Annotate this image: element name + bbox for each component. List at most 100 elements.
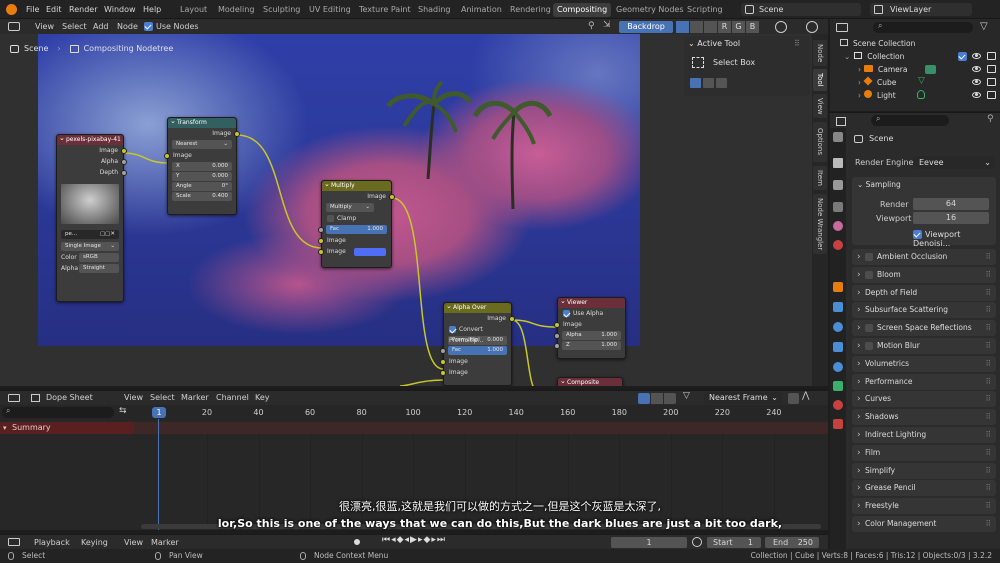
alpha-over-node-header[interactable]: Alpha Over — [444, 301, 511, 313]
menu-channel[interactable]: Channel — [216, 391, 249, 405]
viewport-denoise-checkbox[interactable]: Viewport Denoisi... — [913, 230, 1000, 248]
camera-render-icon[interactable] — [987, 52, 996, 60]
outliner-light[interactable]: › Light — [858, 89, 896, 102]
dope-sheet-search-input[interactable]: ⌕ — [2, 406, 114, 418]
alpha-over-input1[interactable]: Image — [440, 356, 511, 367]
camera-render-icon[interactable] — [987, 91, 996, 99]
tab-shading[interactable]: Shading — [414, 3, 455, 17]
properties-editor-icon[interactable] — [836, 117, 846, 126]
active-tool-header[interactable]: ⌄ Active Tool — [688, 39, 740, 48]
socket-icon[interactable] — [318, 226, 324, 233]
summary-channel[interactable]: ▾ Summary — [0, 422, 134, 434]
tab-item[interactable]: Item — [813, 166, 827, 190]
tab-layout[interactable]: Layout — [176, 3, 211, 17]
properties-search-input[interactable]: ⌕ — [871, 114, 949, 126]
record-icon[interactable] — [352, 537, 362, 547]
gizmo-icon[interactable] — [806, 21, 818, 33]
panel-indirect-lighting[interactable]: Indirect Lighting ⠿ — [852, 427, 996, 443]
box-select-icon[interactable] — [651, 393, 663, 404]
texture-tab-icon[interactable] — [833, 419, 843, 429]
editor-type-icon[interactable] — [8, 394, 20, 402]
viewer-alpha-field[interactable]: Alpha 1.000 — [554, 331, 621, 340]
end-frame-field[interactable]: End 250 — [765, 537, 819, 548]
viewlayer-selector[interactable]: ViewLayer — [870, 3, 972, 16]
pin-icon[interactable]: ⚲ — [588, 21, 595, 31]
socket-icon[interactable] — [509, 315, 515, 322]
multiply-clamp-checkbox[interactable]: Clamp — [322, 213, 391, 224]
blender-logo-icon[interactable] — [6, 4, 17, 15]
viewer-z-field[interactable]: Z 1.000 — [554, 341, 621, 350]
image-file-selector[interactable]: pe... ▢▢✕ — [61, 230, 119, 239]
panel-bloom[interactable]: Bloom ⠿ — [852, 266, 996, 283]
sampling-header[interactable]: ⌄ Sampling — [852, 177, 996, 193]
dope-sheet-mode-dropdown[interactable]: Dope Sheet — [46, 391, 93, 405]
panel-performance[interactable]: Performance ⠿ — [852, 373, 996, 390]
eye-icon[interactable] — [972, 66, 981, 72]
tab-modeling[interactable]: Modeling — [214, 3, 258, 17]
image-colorspace-row[interactable]: Color sRGB — [57, 252, 123, 263]
panel-subsurface-scattering[interactable]: Subsurface Scattering ⠿ — [852, 302, 996, 319]
select-box-tool[interactable]: Select Box — [692, 57, 755, 68]
transform-scale-field[interactable]: Scale 0.400 — [172, 192, 232, 201]
drag-handle-icon[interactable]: ⠿ — [986, 338, 992, 354]
panel-ambient-occlusion[interactable]: Ambient Occlusion ⠿ — [852, 249, 996, 265]
editor-type-icon[interactable] — [8, 538, 20, 546]
cursor-tool-icon[interactable] — [638, 393, 650, 404]
use-nodes-checkbox[interactable]: Use Nodes — [144, 19, 199, 34]
render-tab-icon[interactable] — [833, 158, 843, 168]
drag-handle-icon[interactable]: ⠿ — [986, 480, 992, 496]
tab-animation[interactable]: Animation — [457, 3, 506, 17]
socket-icon[interactable] — [554, 321, 560, 328]
socket-icon[interactable] — [554, 332, 560, 339]
tab-rendering[interactable]: Rendering — [506, 3, 555, 17]
socket-icon[interactable] — [121, 147, 127, 154]
material-tab-icon[interactable] — [833, 400, 843, 410]
drag-handle-icon[interactable]: ⠿ — [986, 285, 992, 301]
outliner-scene-collection[interactable]: Scene Collection — [840, 37, 915, 50]
menu-select[interactable]: Select — [150, 391, 175, 405]
light-data-icon[interactable] — [917, 90, 925, 99]
panel-curves[interactable]: Curves ⠿ — [852, 391, 996, 408]
colorspace-dropdown[interactable]: sRGB — [79, 253, 119, 262]
image-node-output-alpha[interactable]: Alpha — [57, 156, 127, 167]
alpha-over-input2[interactable]: Image — [440, 367, 511, 378]
drag-handle-icon[interactable]: ⠿ — [986, 249, 992, 265]
start-frame-field[interactable]: Start 1 — [707, 537, 761, 548]
alpha-over-node[interactable]: Alpha Over Image Convert Premultip... Pr… — [440, 301, 515, 386]
composite-node-header[interactable]: Composite — [558, 376, 622, 386]
channel-r-toggle[interactable]: R — [718, 21, 731, 33]
multiply-fac-field[interactable]: Fac 1.000 — [318, 225, 387, 234]
multiply-node-header[interactable]: Multiply — [322, 179, 391, 191]
menu-marker[interactable]: Marker — [181, 391, 209, 405]
filter-icon[interactable]: ▽ — [980, 21, 988, 32]
summary-track[interactable] — [134, 422, 828, 434]
socket-icon[interactable] — [440, 369, 446, 376]
transform-node-header[interactable]: Transform — [168, 116, 236, 128]
tab-scripting[interactable]: Scripting — [683, 3, 727, 17]
camera-render-icon[interactable] — [987, 65, 996, 73]
outliner-collection[interactable]: ⌄ Collection — [844, 50, 904, 63]
multiply-blend-dropdown[interactable]: Multiply ⌄ — [326, 203, 374, 212]
menu-window[interactable]: Window — [104, 0, 136, 19]
checkbox-unchecked-icon[interactable] — [865, 342, 873, 350]
checkbox-unchecked-icon[interactable] — [865, 253, 873, 261]
menu-view[interactable]: View — [124, 535, 143, 550]
alpha-over-fac-field[interactable]: Fac 1.000 — [440, 346, 507, 355]
image-node-header[interactable]: pexels-pixabay-41 — [57, 133, 123, 145]
socket-icon[interactable] — [554, 342, 560, 349]
filter-icon[interactable]: ▽ — [683, 391, 690, 401]
tab-tool[interactable]: Tool — [813, 69, 827, 91]
tab-options[interactable]: Options — [813, 122, 827, 162]
backdrop-toggle-button[interactable]: Backdrop — [619, 21, 673, 33]
backdrop-alpha-only-toggle[interactable] — [704, 21, 717, 33]
render-engine-dropdown[interactable]: Eevee ⌄ — [913, 156, 995, 169]
constraints-tab-icon[interactable] — [833, 362, 843, 372]
mode-subtract-icon[interactable] — [716, 78, 727, 88]
socket-icon[interactable] — [440, 358, 446, 365]
socket-icon[interactable] — [121, 158, 127, 165]
drag-handle-icon[interactable]: ⠿ — [986, 374, 992, 390]
socket-icon[interactable] — [389, 193, 395, 200]
channel-g-toggle[interactable]: G — [732, 21, 745, 33]
viewer-input-image[interactable]: Image — [554, 319, 625, 330]
menu-marker[interactable]: Marker — [151, 535, 179, 550]
